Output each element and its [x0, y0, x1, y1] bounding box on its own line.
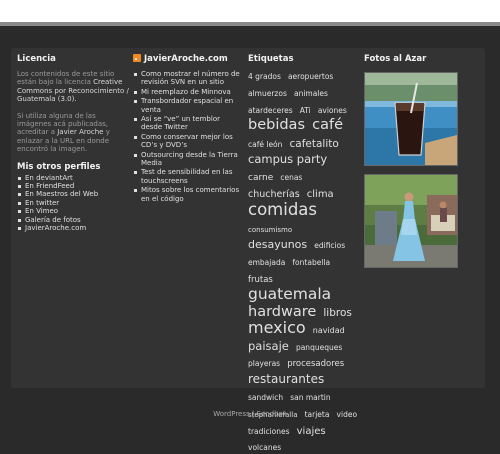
blog-post-list: Como mostrar el número de revisión SVN e…: [133, 70, 243, 203]
tag-link[interactable]: volcanes: [248, 443, 281, 452]
perfil-link-twitter[interactable]: En twitter: [17, 199, 130, 207]
blog-post-link[interactable]: Como conservar mejor los CD’s y DVD’s: [133, 133, 243, 150]
blog-post-link[interactable]: Test de sensibilidad en las touchscreens: [133, 168, 243, 185]
footer-separator: |: [251, 410, 255, 418]
blog-post-link[interactable]: Mitos sobre los comentarios en el código: [133, 186, 243, 203]
tag-link[interactable]: clima: [307, 189, 334, 200]
tag-link[interactable]: desayunos: [248, 238, 307, 251]
tag-link[interactable]: navidad: [313, 326, 345, 335]
perfil-link-galeria[interactable]: Galería de fotos: [17, 216, 130, 224]
tag-link[interactable]: ATi: [300, 106, 311, 115]
perfiles-list: En deviantArt En FriendFeed En Maestros …: [17, 174, 130, 233]
tag-link[interactable]: aeropuertos: [288, 72, 333, 81]
tag-link[interactable]: chucherías: [248, 189, 300, 200]
tag-link[interactable]: playeras: [248, 359, 280, 368]
blog-title[interactable]: JavierAroche.com: [133, 54, 243, 64]
tag-link[interactable]: viajes: [297, 426, 326, 437]
tag-link[interactable]: panqueques: [296, 343, 342, 352]
sandbox-link[interactable]: Sandbox: [256, 410, 286, 418]
wordpress-link[interactable]: WordPress: [213, 410, 249, 418]
tag-link[interactable]: cenas: [280, 173, 302, 182]
tag-cloud: 4 grados aeropuertos almuerzos animales …: [248, 66, 360, 454]
perfil-link-vimeo[interactable]: En Vimeo: [17, 207, 130, 215]
etiquetas-title: Etiquetas: [248, 54, 294, 64]
photo-thumbnail-drink[interactable]: [364, 72, 458, 166]
licencia-title: Licencia: [17, 54, 56, 64]
blog-post-link[interactable]: Así se “ve” un temblor desde Twitter: [133, 115, 243, 132]
perfil-link-javieraroche[interactable]: JavierAroche.com: [17, 224, 130, 232]
tag-link[interactable]: libros: [323, 307, 351, 319]
perfil-link-friendfeed[interactable]: En FriendFeed: [17, 182, 130, 190]
tag-link[interactable]: tradiciones: [248, 427, 290, 436]
tag-link[interactable]: guatemala: [248, 285, 331, 303]
blog-column: JavierAroche.com Como mostrar el número …: [133, 54, 243, 204]
photo-thumbnail-girl[interactable]: [364, 174, 458, 268]
fotos-title: Fotos al Azar: [364, 54, 427, 64]
tag-link[interactable]: consumismo: [248, 226, 292, 234]
site-footer: WordPress | Sandbox: [0, 410, 500, 418]
tag-link[interactable]: mexico: [248, 318, 306, 337]
perfiles-title: Mis otros perfiles: [17, 161, 101, 172]
javier-aroche-link[interactable]: Javier Aroche: [57, 128, 103, 136]
tag-link[interactable]: paisaje: [248, 339, 289, 353]
licencia-text: Los contenidos de este sitio están bajo …: [17, 70, 130, 104]
top-divider: [0, 22, 500, 26]
tag-link[interactable]: bebidas: [248, 117, 305, 133]
tag-link[interactable]: procesadores: [287, 359, 344, 369]
tag-link[interactable]: restaurantes: [248, 372, 324, 386]
tag-link[interactable]: embajada: [248, 258, 285, 267]
tag-link[interactable]: sandwich: [248, 393, 283, 402]
tag-link[interactable]: aviones: [318, 106, 347, 115]
fotos-column: Fotos al Azar: [364, 54, 484, 276]
licencia-credit-text: Si utiliza alguna de las imágenes acá pu…: [17, 112, 130, 154]
tag-link[interactable]: campus party: [248, 152, 327, 166]
tag-link[interactable]: almuerzos: [248, 89, 287, 98]
tag-link[interactable]: carne: [248, 173, 273, 183]
tag-link[interactable]: atardeceres: [248, 106, 293, 115]
tag-link[interactable]: café león: [248, 140, 282, 149]
blog-post-link[interactable]: Como mostrar el número de revisión SVN e…: [133, 70, 243, 87]
etiquetas-column: Etiquetas 4 grados aeropuertos almuerzos…: [248, 54, 360, 454]
tag-link[interactable]: edificios: [314, 241, 345, 250]
blog-post-link[interactable]: Mi reemplazo de Minnova: [133, 88, 243, 96]
rss-icon[interactable]: [133, 54, 141, 62]
tag-link[interactable]: 4 grados: [248, 72, 281, 81]
perfil-link-maestros-del-web[interactable]: En Maestros del Web: [17, 190, 130, 198]
tag-link[interactable]: cafetalito: [290, 138, 339, 150]
tag-link[interactable]: comidas: [248, 200, 317, 219]
top-white-bar: [0, 0, 500, 22]
tag-link[interactable]: fontabella: [292, 258, 330, 267]
tag-link[interactable]: café: [312, 117, 343, 133]
blog-title-text[interactable]: JavierAroche.com: [144, 54, 228, 64]
perfil-link-deviantart[interactable]: En deviantArt: [17, 174, 130, 182]
tag-link[interactable]: animales: [294, 89, 328, 98]
licencia-column: Licencia Los contenidos de este sitio es…: [17, 54, 130, 233]
blog-post-link[interactable]: Outsourcing desde la Tierra Media: [133, 151, 243, 168]
tag-link[interactable]: frutas: [248, 275, 273, 285]
blog-post-link[interactable]: Transbordador espacial en venta: [133, 97, 243, 114]
tag-link[interactable]: san martin: [290, 393, 330, 402]
